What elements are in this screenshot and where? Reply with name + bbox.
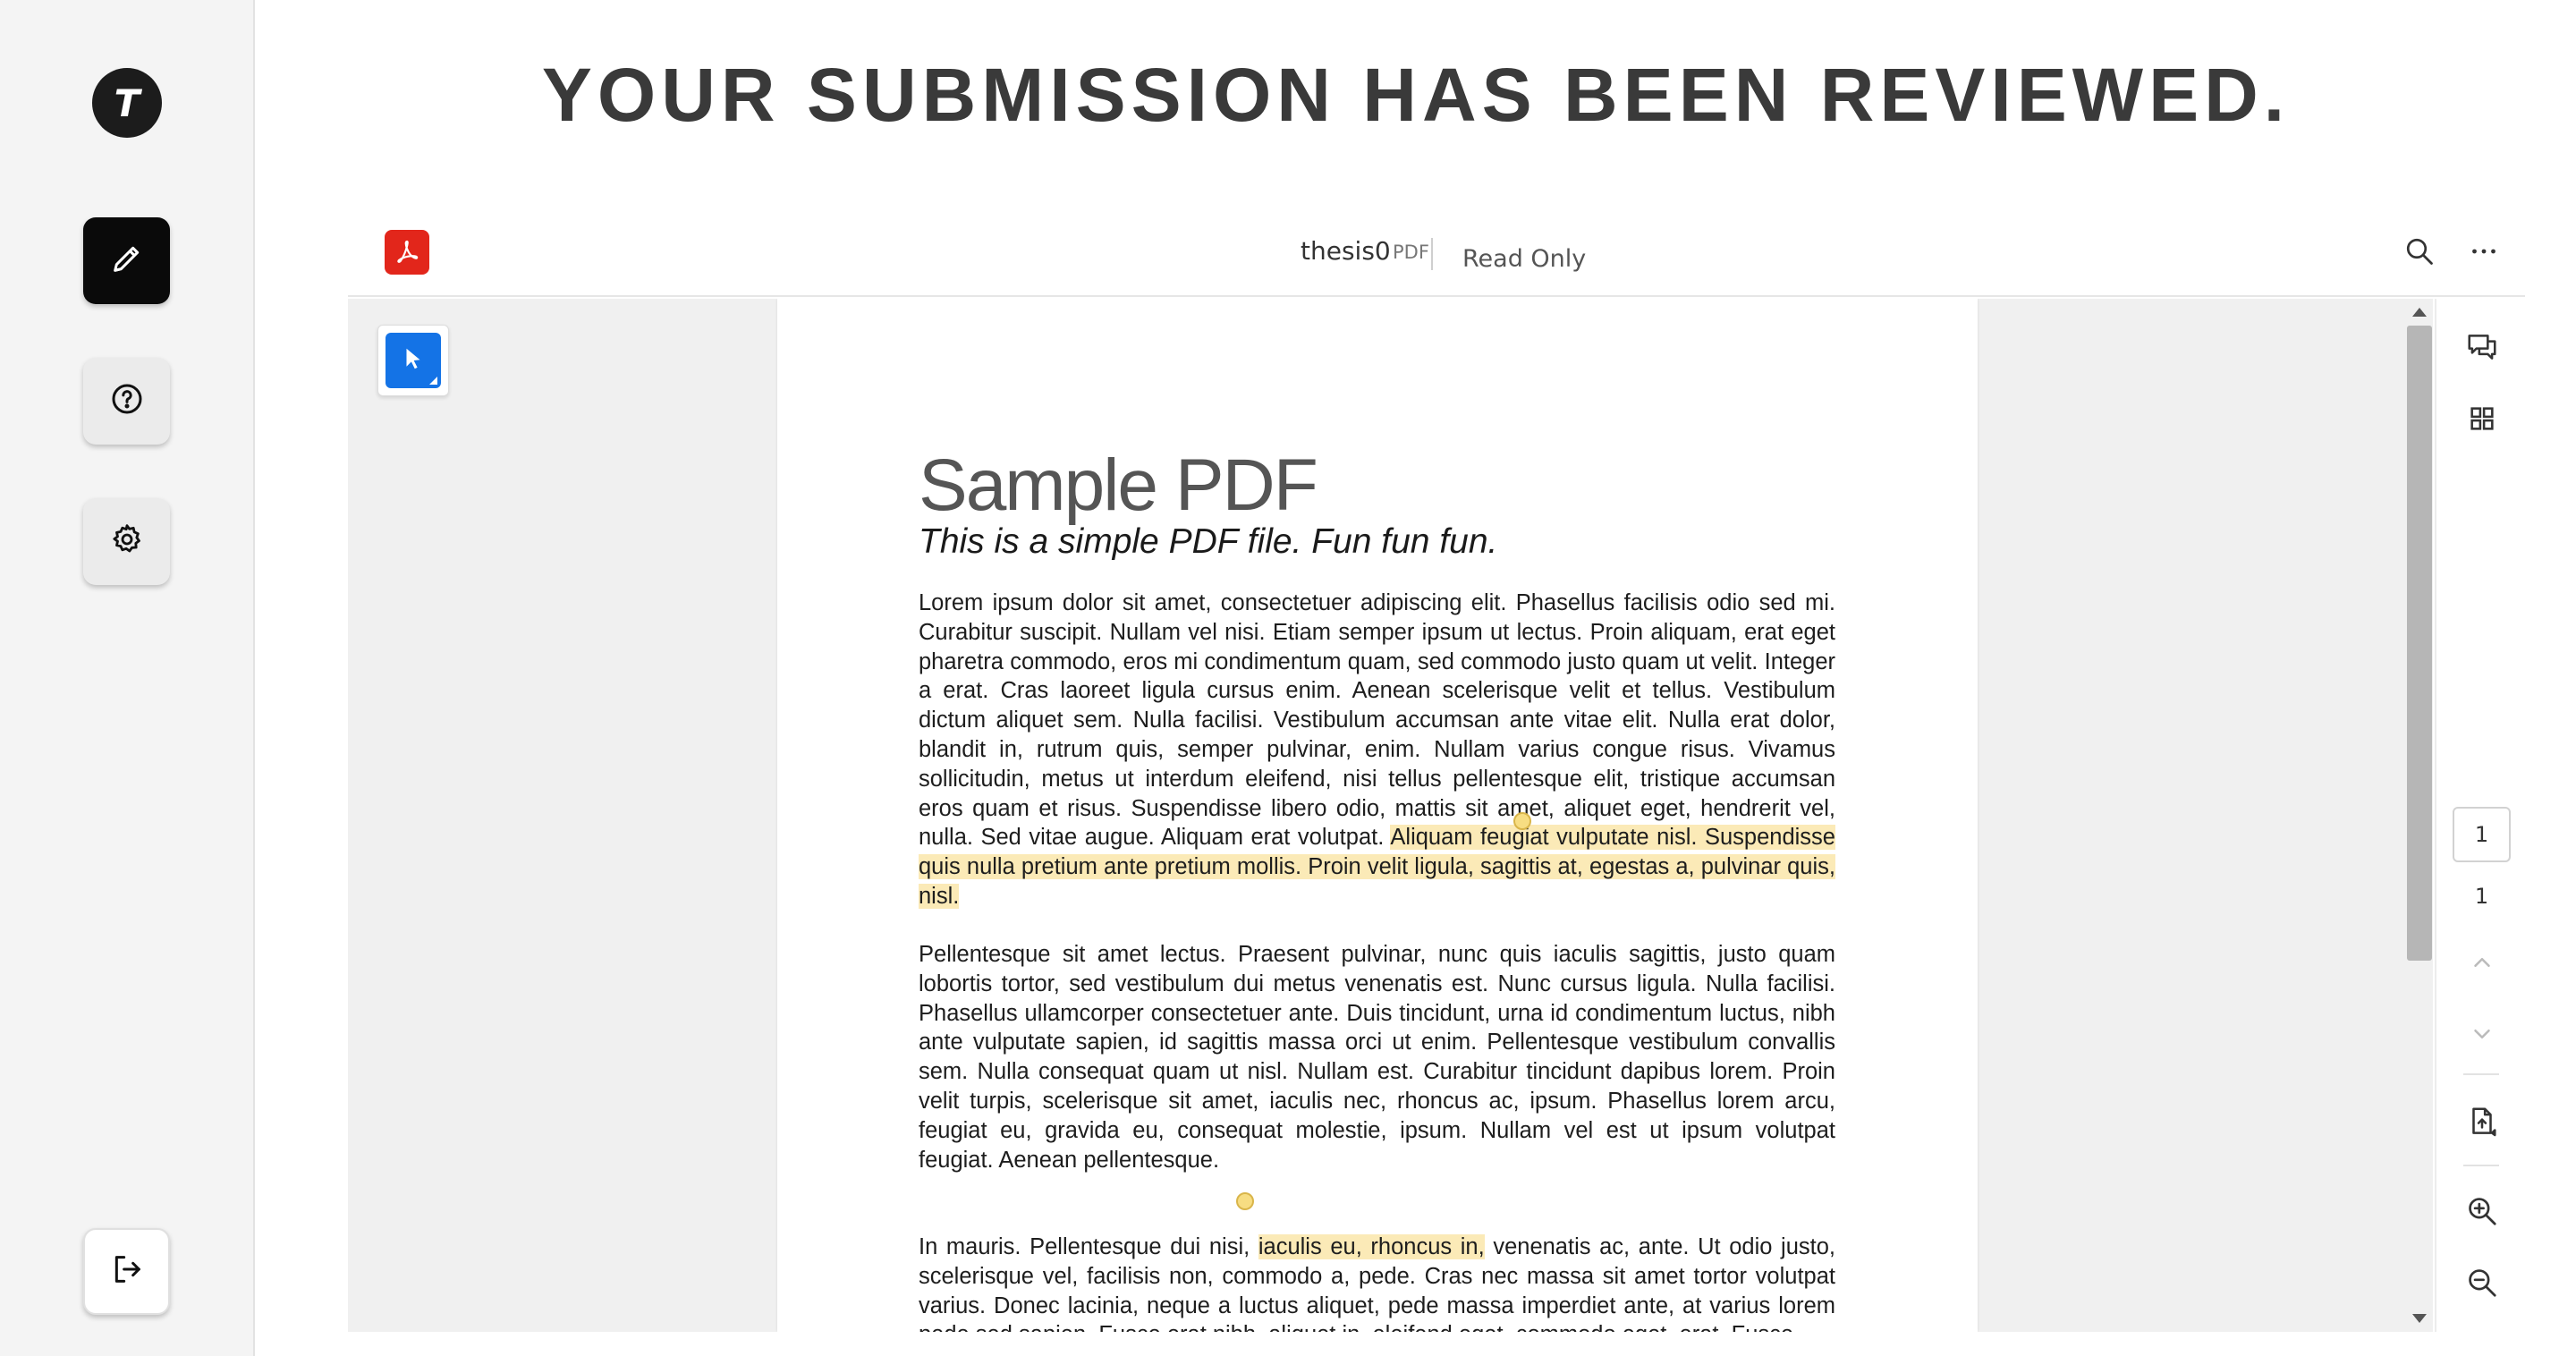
logout-icon: [109, 1251, 145, 1292]
comments-button[interactable]: [2462, 329, 2502, 369]
zoom-in-icon: [2465, 1194, 2499, 1233]
more-options-button[interactable]: [2463, 233, 2504, 274]
highlight-annotation[interactable]: iaculis eu, rhoncus in,: [1258, 1234, 1485, 1259]
acrobat-icon: [385, 230, 429, 275]
vertical-scrollbar[interactable]: [2399, 299, 2433, 1332]
settings-button[interactable]: [83, 498, 170, 585]
pdf-page: Sample PDF This is a simple PDF file. Fu…: [777, 299, 1978, 1332]
gear-icon: [109, 521, 145, 562]
toolbar-divider: [2463, 1073, 2499, 1075]
comment-marker[interactable]: [1236, 1192, 1254, 1210]
toolbar-divider: [1431, 238, 1433, 270]
file-type: PDF: [1393, 242, 1429, 263]
select-tool-button[interactable]: [377, 325, 449, 396]
help-button[interactable]: [83, 358, 170, 445]
document-subtitle: This is a simple PDF file. Fun fun fun.: [919, 522, 1498, 561]
zoom-in-button[interactable]: [2462, 1193, 2502, 1233]
document-title: Sample PDF: [919, 445, 1318, 526]
scroll-thumb[interactable]: [2407, 326, 2432, 961]
page-options-button[interactable]: [2462, 1104, 2502, 1143]
pdf-viewer: thesis0 PDF Read Only Sample PDF This is…: [348, 211, 2525, 1332]
comment-icon: [2465, 330, 2499, 369]
zoom-out-icon: [2465, 1266, 2499, 1304]
viewer-toolbar: thesis0 PDF Read Only: [348, 211, 2525, 297]
total-pages: 1: [2474, 884, 2489, 909]
previous-page-button[interactable]: [2462, 945, 2502, 984]
more-icon: [2468, 235, 2500, 272]
logout-button[interactable]: [83, 1228, 170, 1315]
edit-button[interactable]: [83, 217, 170, 304]
scroll-down-arrow[interactable]: [2412, 1314, 2427, 1323]
zoom-out-button[interactable]: [2462, 1265, 2502, 1304]
thumbnails-icon: [2467, 403, 2497, 438]
chevron-down-icon: [2469, 1021, 2496, 1052]
next-page-button[interactable]: [2462, 1016, 2502, 1055]
app-logo: T: [92, 68, 162, 138]
search-icon: [2403, 235, 2436, 272]
current-page-input[interactable]: 1: [2453, 807, 2511, 862]
paragraph-text: Pellentesque sit amet lectus. Praesent p…: [919, 942, 1835, 1173]
paragraph-2: Pellentesque sit amet lectus. Praesent p…: [919, 940, 1835, 1174]
scroll-up-arrow[interactable]: [2412, 308, 2427, 317]
read-only-label: Read Only: [1462, 245, 1587, 273]
document-canvas[interactable]: Sample PDF This is a simple PDF file. Fu…: [348, 299, 2433, 1332]
paragraph-text: In mauris. Pellentesque dui nisi,: [919, 1234, 1250, 1259]
chevron-up-icon: [2469, 949, 2496, 980]
thumbnails-button[interactable]: [2462, 401, 2502, 440]
left-sidebar: T: [0, 0, 255, 1356]
toolbar-divider: [2463, 1165, 2499, 1166]
page-heading: YOUR SUBMISSION HAS BEEN REVIEWED.: [541, 53, 2291, 137]
right-toolbar: 1 1: [2435, 299, 2525, 1332]
paragraph-1: Lorem ipsum dolor sit amet, consectetuer…: [919, 589, 1835, 911]
pencil-icon: [109, 241, 145, 281]
question-circle-icon: [109, 381, 145, 421]
app-root: T YOUR SUBMISSION HAS BEEN REVIEWED. the…: [0, 0, 2576, 1356]
paragraph-3: In mauris. Pellentesque dui nisi, iaculi…: [919, 1233, 1835, 1332]
file-name: thesis0: [1301, 236, 1391, 266]
page-doc-icon: [2465, 1105, 2499, 1143]
search-button[interactable]: [2399, 233, 2440, 274]
select-pointer-icon: [400, 345, 427, 377]
paragraph-text: Lorem ipsum dolor sit amet, consectetuer…: [919, 590, 1835, 851]
logo-letter: T: [114, 81, 140, 125]
comment-marker[interactable]: [1513, 812, 1531, 830]
